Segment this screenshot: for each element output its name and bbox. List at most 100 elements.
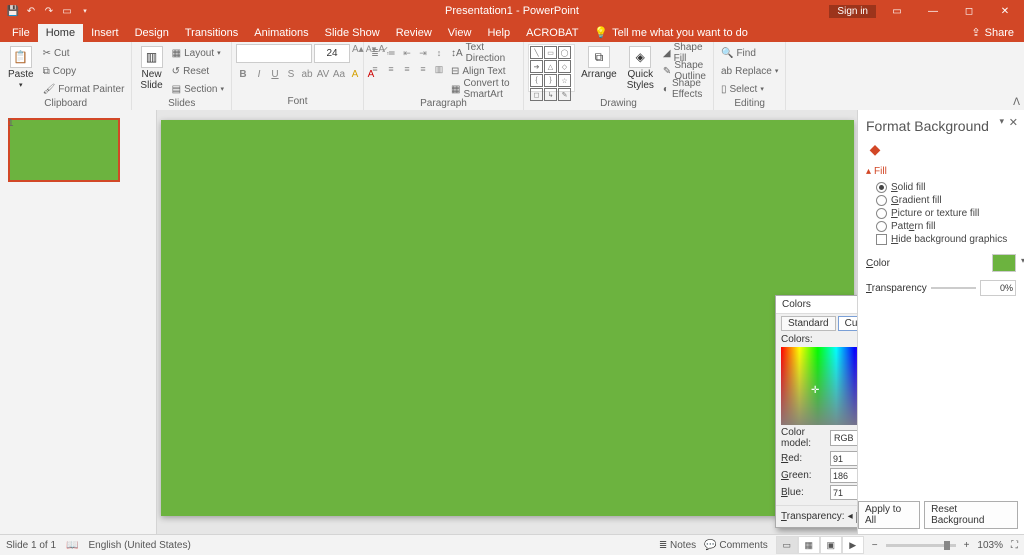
spacing-icon[interactable]: AV [316, 67, 330, 81]
startshow-icon[interactable]: ▭ [60, 4, 74, 18]
tell-me-search[interactable]: 💡Tell me what you want to do [586, 23, 755, 42]
shadow-icon[interactable]: ab [300, 67, 314, 81]
trans-left-icon[interactable]: ◂ [848, 511, 853, 522]
replace-button[interactable]: abReplace▾ [718, 62, 781, 80]
zoom-out-icon[interactable]: − [872, 540, 878, 551]
blue-input[interactable]: 71 [830, 485, 857, 500]
tab-insert[interactable]: Insert [83, 24, 127, 42]
reading-view-icon[interactable]: ▣ [820, 536, 842, 554]
align-left-icon[interactable]: ≡ [368, 62, 382, 76]
slide-count[interactable]: Slide 1 of 1 [6, 540, 56, 551]
align-right-icon[interactable]: ≡ [400, 62, 414, 76]
tab-home[interactable]: Home [38, 24, 83, 42]
zoom-in-icon[interactable]: + [964, 540, 970, 551]
radio-picture-fill[interactable]: Picture or texture fill [866, 207, 1016, 220]
close-icon[interactable]: ✕ [990, 0, 1020, 22]
tab-transitions[interactable]: Transitions [177, 24, 246, 42]
tab-help[interactable]: Help [479, 24, 518, 42]
color-dropdown[interactable] [992, 254, 1016, 272]
pane-trans-slider[interactable] [931, 287, 976, 289]
tab-view[interactable]: View [440, 24, 480, 42]
zoom-value[interactable]: 103% [977, 540, 1003, 551]
strike-icon[interactable]: S [284, 67, 298, 81]
indent-icon[interactable]: ⇥ [416, 46, 430, 60]
check-hide-graphics[interactable]: Hide background graphics [866, 233, 1016, 246]
new-slide-button[interactable]: ▥New Slide [136, 44, 166, 93]
color-picker[interactable]: ✛ [781, 347, 857, 425]
case-icon[interactable]: Aa [332, 67, 346, 81]
italic-icon[interactable]: I [252, 67, 266, 81]
shape-rbrace-icon[interactable]: } [544, 74, 557, 87]
notes-button[interactable]: ≣ Notes [659, 540, 696, 551]
maximize-icon[interactable]: ◻ [954, 0, 984, 22]
shape-lbrace-icon[interactable]: { [530, 74, 543, 87]
save-icon[interactable]: 💾 [6, 4, 20, 18]
red-input[interactable]: 91 [830, 451, 857, 466]
slide-area[interactable]: Colors ? ✕ Standard Custom Colors: ✛ ◀ [157, 110, 857, 535]
radio-solid-fill[interactable]: Solid fill [866, 181, 1016, 194]
quick-styles-button[interactable]: ◈Quick Styles [623, 44, 658, 93]
radio-gradient-fill[interactable]: Gradient fill [866, 194, 1016, 207]
align-center-icon[interactable]: ≡ [384, 62, 398, 76]
columns-icon[interactable]: ▥ [432, 62, 446, 76]
apply-all-button[interactable]: Apply to All [858, 501, 920, 529]
copy-button[interactable]: ⧉Copy [40, 62, 128, 80]
arrange-button[interactable]: ⧉Arrange [577, 44, 621, 82]
select-button[interactable]: ▯Select▾ [718, 80, 781, 98]
green-input[interactable]: 186 [830, 468, 857, 483]
sorter-view-icon[interactable]: ▦ [798, 536, 820, 554]
pane-trans-input[interactable]: 0% [980, 280, 1016, 296]
tab-animations[interactable]: Animations [246, 24, 316, 42]
collapse-ribbon-icon[interactable]: ᐱ [1013, 97, 1020, 108]
format-painter-button[interactable]: 🖌Format Painter [40, 80, 128, 98]
shape-tri-icon[interactable]: △ [544, 60, 557, 73]
bullets-icon[interactable]: ≣ [368, 46, 382, 60]
tab-review[interactable]: Review [388, 24, 440, 42]
normal-view-icon[interactable]: ▭ [776, 536, 798, 554]
spellcheck-icon[interactable]: 📖 [66, 540, 78, 551]
highlight-icon[interactable]: A [348, 67, 362, 81]
redo-icon[interactable]: ↷ [42, 4, 56, 18]
zoom-slider[interactable] [886, 544, 956, 547]
find-button[interactable]: 🔍Find [718, 44, 781, 62]
tab-standard[interactable]: Standard [781, 316, 836, 331]
layout-button[interactable]: ▦Layout▾ [169, 44, 227, 62]
tab-acrobat[interactable]: ACROBAT [518, 24, 586, 42]
radio-pattern-fill[interactable]: Pattern fill [866, 220, 1016, 233]
shape-oval-icon[interactable]: ◯ [558, 46, 571, 59]
cut-button[interactable]: ✂Cut [40, 44, 128, 62]
font-family-select[interactable] [236, 44, 312, 63]
shape-star-icon[interactable]: ☆ [558, 74, 571, 87]
dialog-titlebar[interactable]: Colors ? ✕ [776, 296, 857, 314]
slide-canvas[interactable] [161, 120, 854, 516]
minimize-icon[interactable]: — [918, 0, 948, 22]
fit-window-icon[interactable]: ⛶ [1011, 540, 1018, 551]
shape-effects-button[interactable]: ◐Shape Effects [660, 80, 709, 98]
dedent-icon[interactable]: ⇤ [400, 46, 414, 60]
linespacing-icon[interactable]: ↕ [432, 46, 446, 60]
qat-more-icon[interactable]: ▾ [78, 4, 92, 18]
grow-font-icon[interactable]: A▴ [352, 44, 364, 63]
language-status[interactable]: English (United States) [89, 540, 191, 551]
shape-diamond-icon[interactable]: ◇ [558, 60, 571, 73]
section-button[interactable]: ▤Section▾ [169, 80, 227, 98]
color-model-select[interactable]: RGB [830, 430, 857, 446]
underline-icon[interactable]: U [268, 67, 282, 81]
reset-button[interactable]: ↺Reset [169, 62, 227, 80]
pane-close-icon[interactable]: ✕ [1009, 116, 1018, 129]
share-button[interactable]: ⇪Share [961, 23, 1024, 42]
numbering-icon[interactable]: ≔ [384, 46, 398, 60]
slideshow-view-icon[interactable]: ▶ [842, 536, 864, 554]
paste-button[interactable]: 📋Paste▾ [4, 44, 38, 91]
thumbnail-strip[interactable]: 1 [0, 110, 157, 535]
justify-icon[interactable]: ≡ [416, 62, 430, 76]
fill-bucket-icon[interactable]: ◆ [866, 140, 884, 158]
reset-background-button[interactable]: Reset Background [924, 501, 1018, 529]
tab-slideshow[interactable]: Slide Show [317, 24, 388, 42]
tab-file[interactable]: File [4, 24, 38, 42]
font-size-select[interactable]: 24 [314, 44, 350, 63]
text-direction-button[interactable]: ↕AText Direction [448, 44, 519, 62]
tab-design[interactable]: Design [127, 24, 177, 42]
shape-rect-icon[interactable]: ▭ [544, 46, 557, 59]
pane-options-icon[interactable]: ▾ [999, 116, 1004, 127]
